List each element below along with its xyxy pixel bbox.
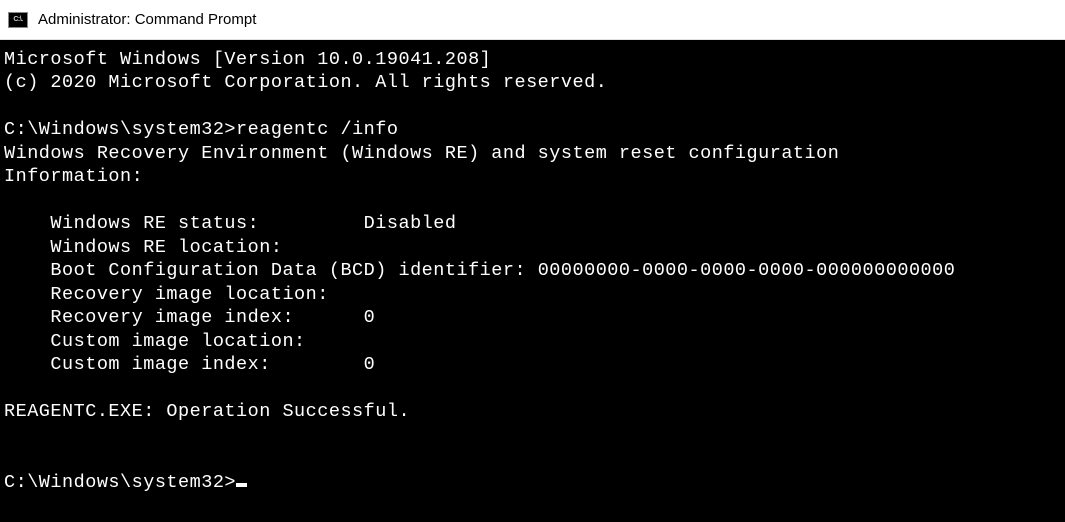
re-location-label: Windows RE location: <box>4 237 282 258</box>
cursor-icon <box>236 483 247 487</box>
window-titlebar: C:\. Administrator: Command Prompt <box>0 0 1065 40</box>
recovery-index-label: Recovery image index: <box>4 307 364 328</box>
re-status-value: Disabled <box>364 213 457 234</box>
custom-index-label: Custom image index: <box>4 354 364 375</box>
cmd-app-icon: C:\. <box>8 12 28 28</box>
entered-command: reagentc /info <box>236 119 398 140</box>
custom-location-label: Custom image location: <box>4 331 306 352</box>
terminal-area[interactable]: Microsoft Windows [Version 10.0.19041.20… <box>0 40 1065 522</box>
custom-index-value: 0 <box>364 354 376 375</box>
re-status-label: Windows RE status: <box>4 213 364 234</box>
cmd-app-icon-text: C:\. <box>13 16 22 23</box>
copyright-line: (c) 2020 Microsoft Corporation. All righ… <box>4 72 607 93</box>
window-title: Administrator: Command Prompt <box>38 11 256 28</box>
operation-result-line: REAGENTC.EXE: Operation Successful. <box>4 401 410 422</box>
os-version-line: Microsoft Windows [Version 10.0.19041.20… <box>4 49 491 70</box>
output-heading-line1: Windows Recovery Environment (Windows RE… <box>4 143 839 164</box>
bcd-id-label: Boot Configuration Data (BCD) identifier… <box>4 260 538 281</box>
recovery-index-value: 0 <box>364 307 376 328</box>
output-heading-line2: Information: <box>4 166 143 187</box>
bcd-id-value: 00000000-0000-0000-0000-000000000000 <box>538 260 956 281</box>
prompt-path: C:\Windows\system32> <box>4 119 236 140</box>
prompt-path-current: C:\Windows\system32> <box>4 472 236 493</box>
recovery-location-label: Recovery image location: <box>4 284 329 305</box>
